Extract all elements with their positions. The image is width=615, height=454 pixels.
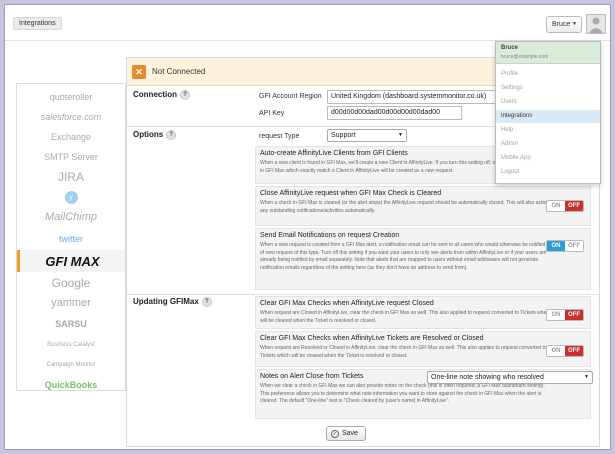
menu-item-users[interactable]: Users: [496, 96, 600, 109]
options-section-label: Options?: [133, 130, 177, 140]
user-name: Bruce: [552, 21, 571, 28]
menu-item-integrations[interactable]: Integrations: [496, 110, 600, 123]
integration-sidebar: quoteroller salesforce.com Exchange SMTP…: [16, 83, 126, 391]
mailchimp-logo[interactable]: MailChimp: [17, 206, 125, 228]
help-icon[interactable]: ?: [166, 130, 177, 140]
google-logo[interactable]: Google: [17, 272, 125, 294]
option-row-close-request: Close AffinityLive request when GFI Max …: [255, 186, 591, 226]
app-window: Integrations Bruce ▼ quoteroller salesfo…: [4, 4, 611, 450]
check-icon: ✓: [331, 430, 339, 438]
yammer-logo[interactable]: yammer: [17, 292, 125, 314]
notes-select[interactable]: One-line note showing who resolved ▼: [427, 371, 593, 384]
update-row-clear-on-close: Clear GFI Max Checks when AffinityLive r…: [255, 296, 591, 329]
avatar[interactable]: [586, 14, 606, 34]
top-bar: Integrations Bruce ▼: [5, 5, 610, 41]
region-label: GFI Account Region: [259, 93, 322, 100]
jira-logo[interactable]: JIRA: [17, 166, 125, 188]
menu-item-profile[interactable]: Profile: [496, 68, 600, 81]
save-button[interactable]: ✓ Save: [326, 426, 366, 441]
quoteroller-logo[interactable]: quoteroller: [17, 86, 125, 108]
request-type-select[interactable]: Support ▼: [327, 129, 407, 142]
smtp-logo[interactable]: SMTP Server: [17, 146, 125, 168]
divider: [127, 294, 599, 295]
alert-text: Not Connected: [152, 67, 206, 76]
menu-item-admin[interactable]: Admin: [496, 138, 600, 151]
user-info: Bruce bruce@example.com: [496, 42, 600, 64]
user-dropdown-menu: Bruce bruce@example.com Profile Settings…: [495, 41, 601, 184]
business-catalyst-logo[interactable]: Business Catalyst: [17, 334, 125, 356]
help-icon[interactable]: ?: [201, 297, 212, 307]
option-row-email-notifications: Send Email Notifications on request Crea…: [255, 228, 591, 290]
close-icon[interactable]: ✕: [132, 65, 146, 79]
chevron-down-icon: ▼: [398, 132, 403, 138]
salesforce-logo[interactable]: salesforce.com: [17, 106, 125, 128]
menu-item-settings[interactable]: Settings: [496, 82, 600, 95]
sarsu-logo[interactable]: SARSU: [17, 313, 125, 335]
yammer-bubble-logo[interactable]: y: [17, 186, 125, 208]
close-request-toggle[interactable]: ON OFF: [546, 200, 584, 212]
help-icon[interactable]: ?: [180, 90, 190, 100]
chevron-down-icon: ▼: [572, 21, 577, 27]
quickbooks-logo[interactable]: QuickBooks: [17, 374, 125, 396]
connection-section-label: Connection?: [133, 90, 190, 100]
clear-on-resolve-toggle[interactable]: ON OFF: [546, 345, 584, 357]
menu-item-mobile-app[interactable]: Mobile App: [496, 152, 600, 165]
menu-item-logout[interactable]: Logout: [496, 166, 600, 179]
updating-section-label: Updating GFIMax?: [133, 297, 212, 307]
gfimax-logo[interactable]: GFI MAX: [17, 250, 125, 272]
request-type-label: request Type: [259, 133, 300, 140]
email-notifications-toggle[interactable]: ON OFF: [546, 240, 584, 252]
menu-item-help[interactable]: Help: [496, 124, 600, 137]
twitter-logo[interactable]: twitter: [17, 228, 125, 250]
chevron-down-icon: ▼: [584, 374, 589, 380]
user-menu-button[interactable]: Bruce ▼: [546, 16, 582, 33]
api-key-label: API Key: [259, 110, 285, 117]
breadcrumb[interactable]: Integrations: [13, 17, 62, 30]
exchange-logo[interactable]: Exchange: [17, 126, 125, 148]
campaign-monitor-logo[interactable]: Campaign Monitor: [17, 354, 125, 376]
user-silhouette-icon: [589, 17, 603, 33]
region-field[interactable]: United Kingdom (dashboard.systemmonitor.…: [327, 90, 497, 104]
update-row-clear-on-resolve: Clear GFI Max Checks when AffinityLive T…: [255, 331, 591, 367]
api-key-field[interactable]: d00d00d00dad00d00d00d00dad00: [327, 106, 462, 120]
clear-on-close-toggle[interactable]: ON OFF: [546, 309, 584, 321]
